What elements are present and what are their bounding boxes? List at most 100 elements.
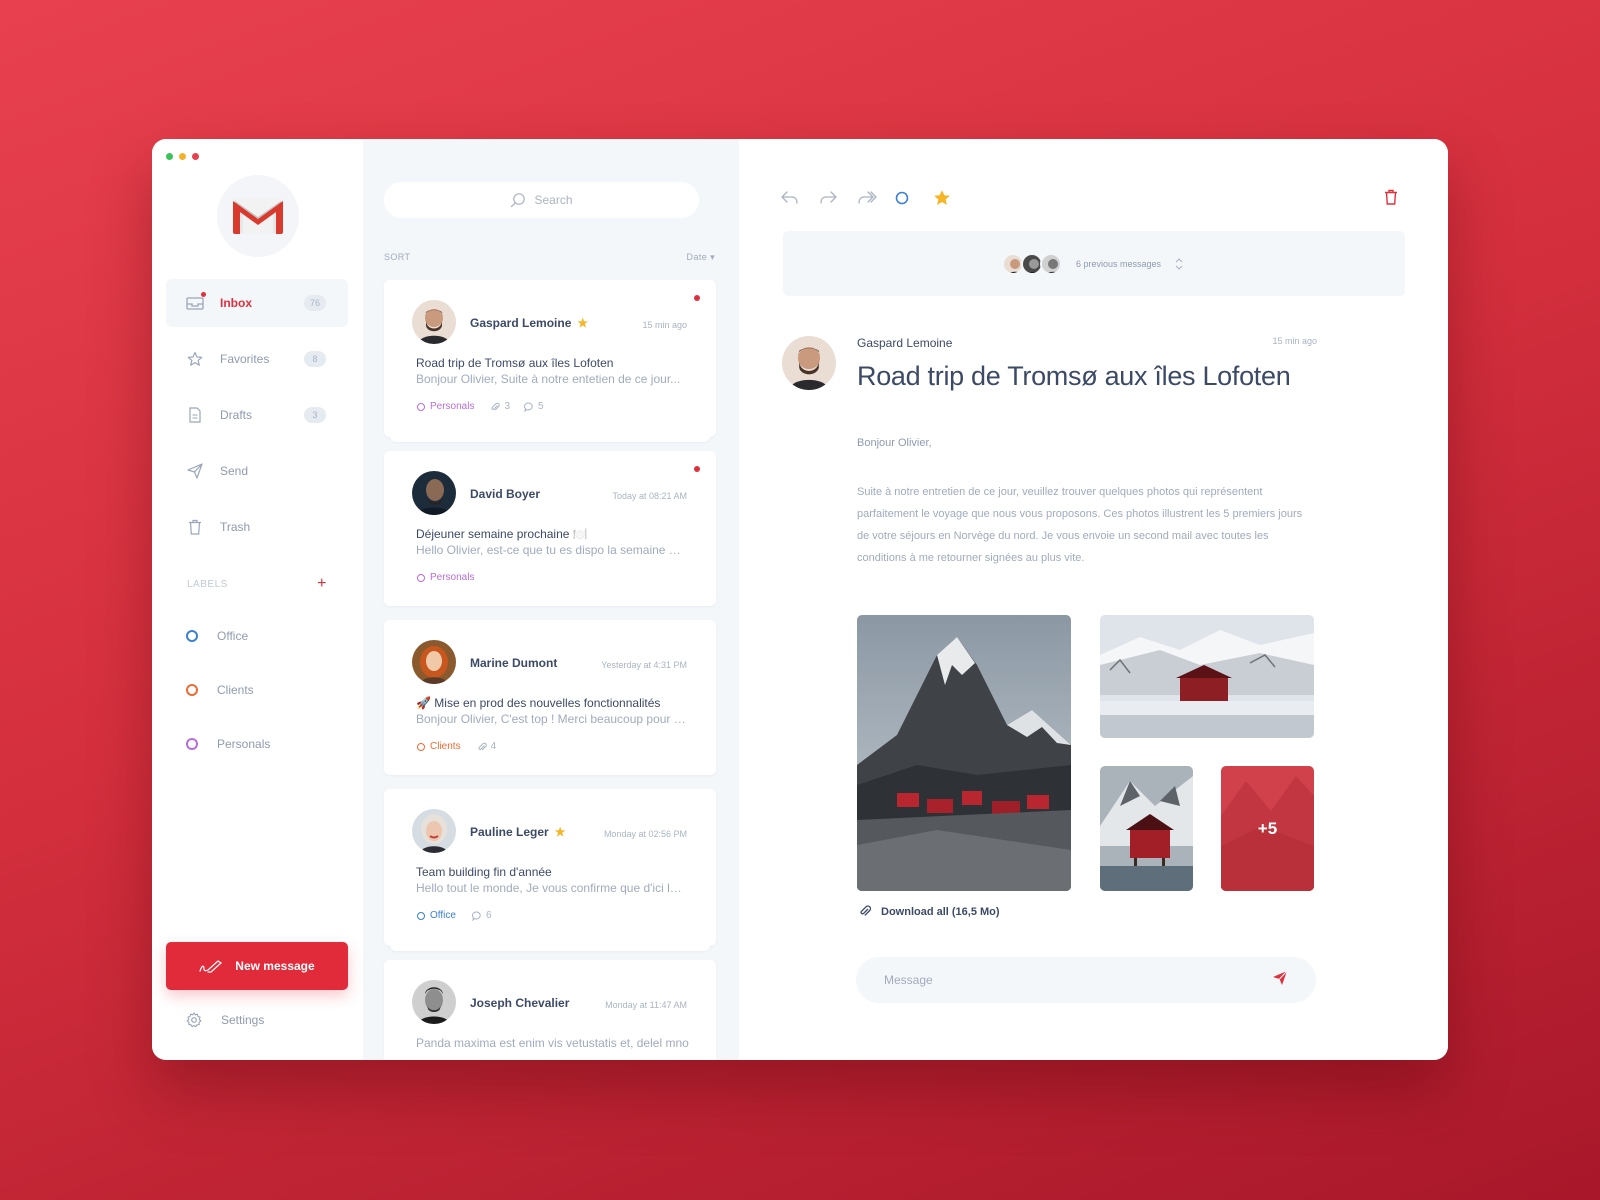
message-time: 15 min ago [1272,336,1317,346]
attachment-count: 4 [477,741,496,752]
message-greeting: Bonjour Olivier, [857,437,932,449]
message-time: Monday at 11:47 AM [605,1000,687,1010]
nav-item-drafts[interactable]: Drafts 3 [166,391,348,439]
reply-all-icon [820,191,837,204]
previous-messages-bar[interactable]: 6 previous messages [783,231,1405,296]
sender-name-text: Pauline Leger [470,825,549,839]
search-icon [511,193,526,208]
message-list-panel: Search SORT Date ▾ Gaspard Lemoine ★ 15 m… [363,139,739,1060]
mark-unread-icon [895,191,909,205]
settings-label: Settings [221,1013,265,1027]
comment-icon [524,401,533,412]
photo-more[interactable]: +5 [1221,766,1314,891]
send-button[interactable] [1272,970,1288,991]
comment-icon [471,910,481,921]
nav-label: Inbox [220,296,252,310]
nav-item-send[interactable]: Send [166,447,348,495]
label-name: Personals [217,737,271,751]
trash-icon [186,518,204,536]
nav-label: Send [220,464,249,478]
label-name: Clients [217,683,254,697]
photo-snow-cabin[interactable] [1100,615,1314,738]
message-meta: Office 6 [417,910,506,921]
sidebar: Inbox 76 Favorites 8 Drafts 3 Send Trash… [152,139,363,1060]
label-item-clients[interactable]: Clients [186,663,270,717]
trash-icon [1385,189,1397,205]
message-card[interactable]: Pauline Leger ★ Monday at 02:56 PM Team b… [384,789,716,951]
message-subject: Panda maxima est enim vis vetustatis et,… [416,1036,689,1050]
reply-button[interactable] [781,187,819,209]
personals-circle-icon [186,738,198,750]
nav-count: 8 [304,351,326,367]
sender-name: Gaspard Lemoine ★ [470,316,588,330]
avatar [412,300,456,344]
sort-dropdown[interactable]: Date ▾ [687,252,715,263]
message-time: Today at 08:21 AM [612,491,687,501]
sender-name-text: David Boyer [470,487,541,501]
add-label-button[interactable]: + [317,576,327,592]
sender-name: Joseph Chevalier [470,996,569,1010]
download-all-label: Download all (16,5 Mo) [881,905,1000,918]
message-meta: Personals 3 5 [417,401,558,412]
inbox-icon [186,292,206,312]
message-title: Road trip de Tromsø aux îles Lofoten [857,361,1291,391]
message-card[interactable]: David Boyer Today at 08:21 AM Déjeuner s… [384,451,716,606]
avatar [412,640,456,684]
message-reader: 6 previous messages Gaspard Lemoine 15 m… [739,139,1448,1060]
nav-item-favorites[interactable]: Favorites 8 [166,335,348,383]
nav-label: Trash [220,520,251,534]
reader-toolbar [781,187,971,209]
send-icon [1273,970,1288,985]
window-yellow-dot[interactable] [179,153,186,160]
message-body: Suite à notre entretien de ce jour, veui… [857,486,1303,564]
download-all-link[interactable]: Download all (16,5 Mo) [859,905,1000,918]
reply-all-button[interactable] [819,187,857,209]
paper-plane-icon [186,462,204,480]
sort-value: Date [686,252,708,262]
window-green-dot[interactable] [166,153,173,160]
message-input[interactable] [884,973,1272,987]
nav-item-trash[interactable]: Trash [166,503,348,551]
label-item-office[interactable]: Office [186,609,270,663]
label-item-personals[interactable]: Personals [186,717,270,771]
window-red-dot[interactable] [192,153,199,160]
mail-window: Inbox 76 Favorites 8 Drafts 3 Send Trash… [152,139,1448,1060]
sender-name-text: Gaspard Lemoine [470,316,572,330]
message-preview: Hello Olivier, est-ce que tu es dispo la… [416,543,686,557]
tag-text: Office [430,910,456,921]
star-button[interactable] [933,187,971,209]
new-message-button[interactable]: New message [166,942,348,990]
sort-row: SORT Date ▾ [384,252,715,263]
nav-label: Drafts [220,408,253,422]
message-subject: 🚀 Mise en prod des nouvelles fonctionnal… [416,696,661,710]
nav-count: 76 [304,295,326,311]
search-bar[interactable]: Search [384,182,699,218]
nav-item-inbox[interactable]: Inbox 76 [166,279,348,327]
sender-name: Pauline Leger ★ [470,825,565,839]
gear-icon [186,1012,202,1028]
forward-button[interactable] [857,187,895,209]
message-meta: Clients 4 [417,741,510,752]
avatar [1039,252,1062,275]
message-time: 15 min ago [642,320,687,330]
labels-header: LABELS + [187,576,327,592]
message-card[interactable]: Marine Dumont Yesterday at 4:31 PM 🚀 Mis… [384,620,716,775]
gmail-logo [217,175,299,257]
personals-circle-icon [417,402,425,411]
label-tag: Clients [417,741,461,752]
more-photos-count: +5 [1257,818,1278,838]
message-card[interactable]: Joseph Chevalier Monday at 11:47 AM Pand… [384,960,716,1060]
photo-fishing-hut[interactable] [1100,766,1193,891]
label-list: Office Clients Personals [186,609,270,771]
delete-button[interactable] [1384,189,1398,210]
document-icon [186,406,204,424]
thread-stack [390,945,710,951]
mark-unread-button[interactable] [895,187,933,209]
avatar [412,471,456,515]
signature-pen-icon [199,960,223,973]
window-controls [166,153,199,160]
gmail-logo-icon [233,198,283,234]
photo-lofoten-village[interactable] [857,615,1071,891]
message-card[interactable]: Gaspard Lemoine ★ 15 min ago Road trip de… [384,280,716,442]
settings-link[interactable]: Settings [186,1012,264,1028]
